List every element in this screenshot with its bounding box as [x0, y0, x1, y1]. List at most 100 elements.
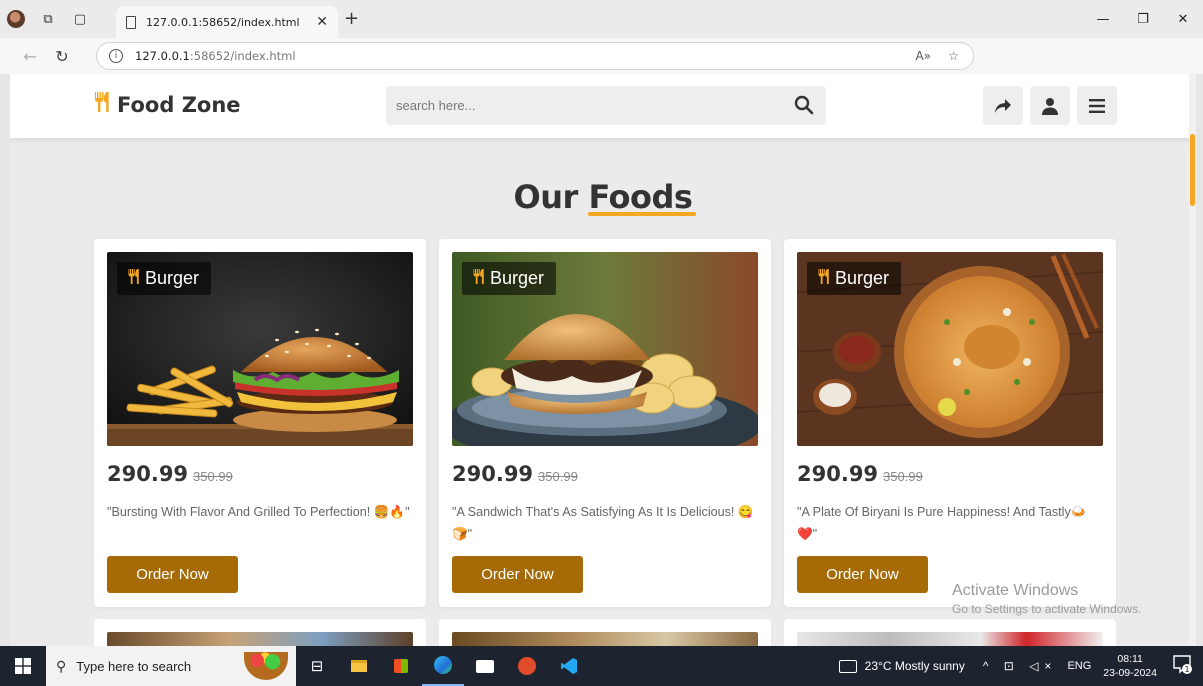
price-block: 290.99 350.99 — [452, 462, 578, 486]
current-price: 290.99 — [107, 462, 189, 486]
brave-icon[interactable] — [506, 646, 548, 686]
share-button[interactable] — [983, 86, 1023, 125]
food-card-peek — [439, 619, 771, 646]
utensils-icon — [472, 268, 487, 290]
utensils-icon — [817, 268, 832, 290]
section-heading: Our Foods — [10, 178, 1196, 216]
search-input[interactable] — [396, 98, 776, 113]
old-price: 350.99 — [193, 469, 233, 484]
refresh-button[interactable]: ↻ — [46, 40, 78, 72]
close-tab-icon[interactable]: ✕ — [316, 14, 328, 30]
weather-text: 23°C Mostly sunny — [864, 659, 965, 673]
restore-button[interactable]: ❐ — [1123, 0, 1163, 38]
search-highlight-image — [244, 652, 288, 680]
tray-icons[interactable]: ^ ⊡ ◁× — [983, 659, 1058, 673]
search-icon: ⚲ — [56, 657, 67, 674]
address-toolbar: ← ↻ i 127.0.0.1:58652/index.html A» ☆ ◫ … — [0, 38, 1203, 103]
food-card: Burger 290.99 350.99 "Bursting With Flav… — [94, 239, 426, 607]
category-label: Burger — [490, 268, 545, 288]
browser-tab[interactable]: 127.0.0.1:58652/index.html ✕ — [116, 6, 338, 38]
svg-text:1: 1 — [1184, 665, 1189, 674]
site-logo[interactable]: Food Zone — [93, 91, 241, 118]
food-description: "A Plate Of Biryani Is Pure Happiness! A… — [797, 505, 1087, 541]
profile-avatar[interactable] — [0, 0, 32, 38]
scrollbar-thumb[interactable] — [1190, 134, 1195, 206]
taskbar-search[interactable]: ⚲ Type here to search — [46, 646, 296, 686]
browser-tab-title: 127.0.0.1:58652/index.html — [146, 15, 300, 29]
old-price: 350.99 — [883, 469, 923, 484]
weather-icon — [838, 659, 857, 673]
old-price: 350.99 — [538, 469, 578, 484]
menu-button[interactable] — [1077, 86, 1117, 125]
food-card-peek — [94, 619, 426, 646]
order-now-button[interactable]: Order Now — [797, 556, 928, 593]
watermark-subtitle: Go to Settings to activate Windows. — [952, 602, 1142, 616]
food-image-peek — [452, 632, 758, 646]
hamburger-menu-icon — [1089, 98, 1105, 113]
category-badge: Burger — [117, 262, 212, 295]
food-card-peek — [784, 619, 1116, 646]
windows-icon — [15, 658, 31, 674]
page-icon — [126, 15, 136, 29]
category-label: Burger — [835, 268, 890, 288]
mail-icon[interactable] — [464, 646, 506, 686]
food-description: "A Sandwich That's As Satisfying As It I… — [452, 505, 754, 541]
url-host: 127.0.0.1 — [135, 49, 190, 63]
heading-accent: Foods — [588, 178, 693, 216]
url-path: :58652/index.html — [189, 49, 296, 63]
file-explorer-icon[interactable] — [338, 646, 380, 686]
system-tray: 23°C Mostly sunny ^ ⊡ ◁× ENG 08:11 23-09… — [838, 646, 1203, 686]
clock-time: 08:11 — [1117, 653, 1143, 665]
notification-icon[interactable]: 1 — [1171, 653, 1197, 679]
page-viewport: Food Zone Our Foods — [10, 74, 1196, 646]
vscode-icon[interactable] — [548, 646, 590, 686]
tab-actions-icon[interactable]: ▢ — [64, 0, 96, 38]
food-image-peek — [107, 632, 413, 646]
heading-underline — [588, 212, 696, 216]
favorite-star-icon[interactable]: ☆ — [948, 49, 959, 63]
utensils-icon — [93, 91, 113, 118]
clock-date: 23-09-2024 — [1103, 667, 1157, 679]
clock[interactable]: 08:11 23-09-2024 — [1103, 652, 1157, 680]
edge-icon[interactable] — [422, 646, 464, 686]
start-button[interactable] — [0, 646, 46, 686]
food-image-burger-fries: Burger — [107, 252, 413, 446]
store-icon[interactable] — [380, 646, 422, 686]
category-badge: Burger — [807, 262, 902, 295]
address-bar[interactable]: i 127.0.0.1:58652/index.html A» ☆ — [96, 42, 974, 70]
current-price: 290.99 — [797, 462, 879, 486]
heading-first: Our — [513, 178, 579, 216]
minimize-button[interactable]: — — [1083, 0, 1123, 38]
read-aloud-icon[interactable]: A» — [915, 49, 931, 63]
close-window-button[interactable]: ✕ — [1163, 0, 1203, 38]
food-image-biryani: Burger — [797, 252, 1103, 446]
page-scrollbar[interactable] — [1189, 74, 1196, 646]
workspaces-icon[interactable]: ⧉ — [32, 0, 64, 38]
price-block: 290.99 350.99 — [107, 462, 233, 486]
food-card: Burger 290.99 350.99 "A Plate Of Biryani… — [784, 239, 1116, 607]
new-tab-button[interactable]: + — [344, 8, 359, 29]
price-block: 290.99 350.99 — [797, 462, 923, 486]
taskbar-search-text: Type here to search — [76, 658, 192, 674]
user-icon — [1042, 97, 1058, 115]
share-icon — [995, 98, 1011, 113]
taskbar: ⚲ Type here to search ⊟ 23°C Mostly sunn… — [0, 646, 1203, 686]
site-info-icon[interactable]: i — [109, 49, 123, 63]
logo-text: Food Zone — [117, 92, 241, 117]
activate-windows-watermark: Activate Windows Go to Settings to activ… — [952, 582, 1141, 616]
weather-widget[interactable]: 23°C Mostly sunny — [838, 659, 965, 673]
back-button[interactable]: ← — [14, 40, 46, 72]
current-price: 290.99 — [452, 462, 534, 486]
language-indicator[interactable]: ENG — [1067, 660, 1091, 672]
search-box — [386, 86, 826, 125]
task-view-icon[interactable]: ⊟ — [296, 646, 338, 686]
user-button[interactable] — [1030, 86, 1070, 125]
order-now-button[interactable]: Order Now — [452, 556, 583, 593]
food-image-peek — [797, 632, 1103, 646]
food-card: Burger 290.99 350.99 "A Sandwich That's … — [439, 239, 771, 607]
food-image-sandwich: Burger — [452, 252, 758, 446]
browser-tab-bar: ⧉ ▢ 127.0.0.1:58652/index.html ✕ + — ❐ ✕ — [0, 0, 1203, 38]
order-now-button[interactable]: Order Now — [107, 556, 238, 593]
site-header: Food Zone — [10, 74, 1196, 138]
search-icon[interactable] — [794, 95, 814, 115]
